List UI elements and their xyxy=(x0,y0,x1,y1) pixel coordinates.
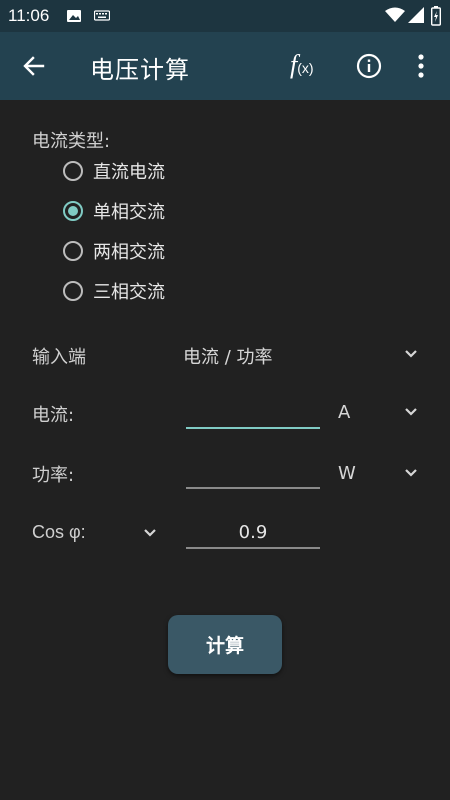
radio-button[interactable] xyxy=(63,161,83,181)
radio-dc[interactable]: 直流电流 xyxy=(63,156,165,186)
current-input[interactable] xyxy=(186,399,320,429)
wifi-icon xyxy=(385,7,405,27)
back-arrow-icon[interactable] xyxy=(22,54,46,82)
radio-label: 单相交流 xyxy=(93,202,165,223)
status-time: 11:06 xyxy=(8,6,50,25)
cos-phi-select[interactable]: Cos φ: xyxy=(32,522,86,543)
battery-charging-icon xyxy=(430,6,442,30)
current-label: 电流: xyxy=(32,405,75,426)
radio-three-phase[interactable]: 三相交流 xyxy=(63,276,165,306)
radio-label: 三相交流 xyxy=(93,282,165,303)
radio-label: 两相交流 xyxy=(93,242,165,263)
formula-icon[interactable]: f(x) xyxy=(290,50,314,80)
keyboard-icon xyxy=(93,8,111,27)
chevron-down-icon[interactable] xyxy=(403,346,419,366)
current-unit-select[interactable]: A xyxy=(338,402,350,423)
chevron-down-icon[interactable] xyxy=(403,404,419,424)
radio-button[interactable] xyxy=(63,241,83,261)
power-input[interactable] xyxy=(186,459,320,489)
cos-phi-input[interactable]: 0.9 xyxy=(186,519,320,549)
input-mode-label: 输入端 xyxy=(32,347,86,368)
radio-button-checked[interactable] xyxy=(63,201,83,221)
page-title: 电压计算 xyxy=(90,57,190,84)
current-type-label: 电流类型: xyxy=(32,131,111,152)
chevron-down-icon[interactable] xyxy=(142,525,158,545)
radio-two-phase[interactable]: 两相交流 xyxy=(63,236,165,266)
power-label: 功率: xyxy=(32,465,75,486)
info-icon[interactable] xyxy=(356,53,382,83)
formula-sub: (x) xyxy=(297,60,314,76)
radio-label: 直流电流 xyxy=(93,162,165,183)
radio-button[interactable] xyxy=(63,281,83,301)
signal-icon xyxy=(408,7,424,27)
input-mode-select[interactable]: 电流 / 功率 xyxy=(183,343,273,369)
radio-single-phase[interactable]: 单相交流 xyxy=(63,196,165,226)
app-bar: 电压计算 f(x) xyxy=(0,32,450,100)
status-bar: 11:06 xyxy=(0,0,450,32)
image-icon xyxy=(66,8,82,28)
more-vert-icon[interactable] xyxy=(416,53,426,83)
power-unit-select[interactable]: W xyxy=(338,463,356,484)
calculate-button[interactable]: 计算 xyxy=(168,615,282,674)
chevron-down-icon[interactable] xyxy=(403,465,419,485)
